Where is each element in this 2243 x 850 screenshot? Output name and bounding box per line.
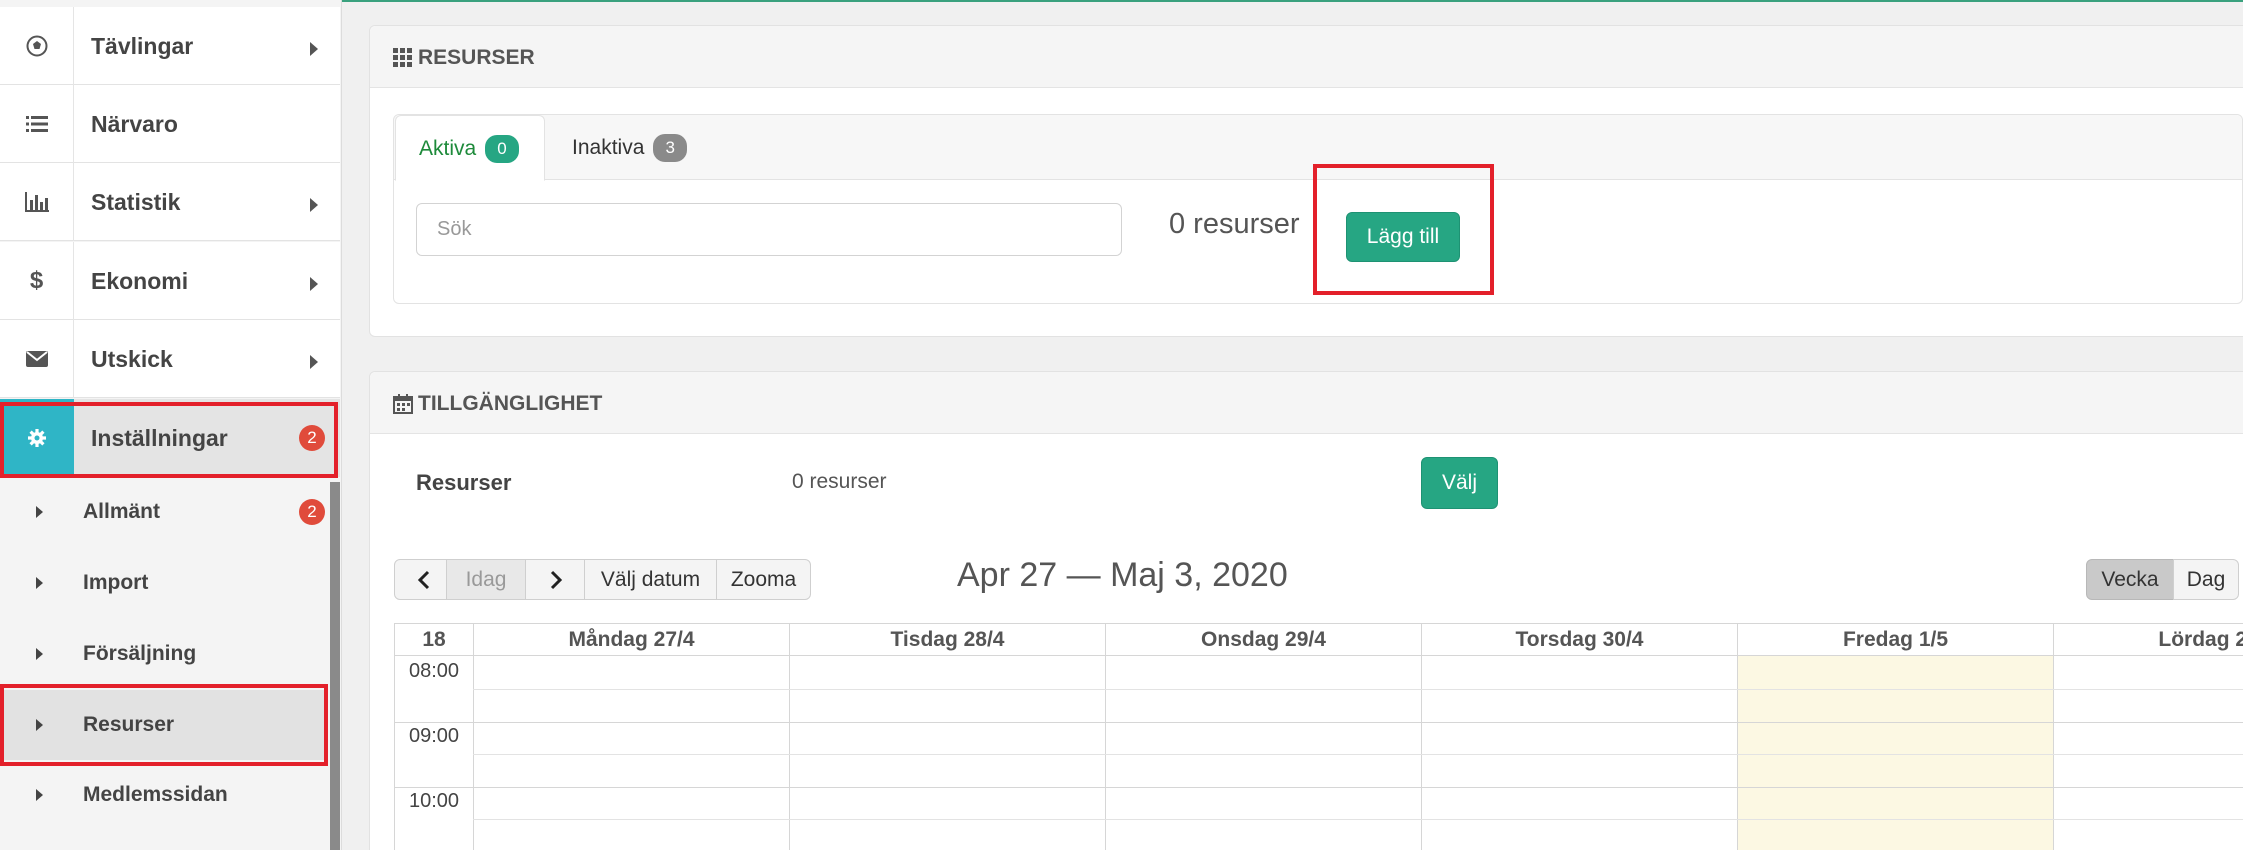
chevron-right-icon	[550, 570, 563, 590]
nav-label: Närvaro	[91, 111, 178, 137]
caret-right-icon	[36, 789, 43, 801]
highlight-box	[1313, 164, 1494, 295]
sub-item-allmant[interactable]: Allmänt 2	[0, 477, 328, 547]
nav-label: Statistik	[91, 189, 181, 215]
tab-label: Aktiva	[419, 137, 477, 160]
availability-title: TILLGÄNGLIGHET	[418, 392, 603, 415]
pick-date-button[interactable]: Välj datum	[584, 559, 717, 600]
sub-item-medlemssidan[interactable]: Medlemssidan	[0, 760, 328, 830]
nav-item-ekonomi[interactable]: $ Ekonomi	[0, 242, 340, 320]
day-header: Fredag 1/5	[1738, 624, 2054, 656]
grid-icon	[393, 48, 412, 67]
tab-inaktiva[interactable]: Inaktiva 3	[572, 115, 732, 181]
resources-value: 0 resurser	[792, 470, 887, 493]
select-resource-button[interactable]: Välj	[1421, 457, 1498, 509]
resources-title: RESURSER	[418, 46, 535, 69]
caret-right-icon	[310, 42, 318, 56]
today-button[interactable]: Idag	[446, 559, 526, 600]
grid-line	[395, 787, 2243, 788]
next-week-button[interactable]	[525, 559, 585, 600]
tab-aktiva[interactable]: Aktiva 0	[395, 115, 545, 181]
caret-right-icon	[310, 277, 318, 291]
dollar-icon: $	[0, 242, 74, 320]
chevron-left-icon	[417, 570, 430, 590]
grid-line	[473, 689, 2243, 690]
sub-item-label: Medlemssidan	[83, 783, 228, 806]
grid-line	[1105, 656, 1106, 850]
count-badge: 3	[653, 134, 688, 162]
highlight-box	[0, 684, 328, 766]
availability-panel-header: TILLGÄNGLIGHET	[370, 372, 2243, 434]
grid-line	[473, 819, 2243, 820]
today-column-highlight	[1737, 656, 2053, 850]
bar-chart-icon	[0, 163, 74, 241]
caret-right-icon	[36, 577, 43, 589]
resources-panel-header: RESURSER	[370, 26, 2243, 88]
day-header: Måndag 27/4	[474, 624, 790, 656]
grid-line	[395, 722, 2243, 723]
search-input[interactable]	[416, 203, 1122, 256]
day-header: Lördag 2/5	[2054, 624, 2243, 656]
nav-label: Tävlingar	[91, 33, 194, 59]
week-number: 18	[395, 624, 474, 656]
sub-item-forsaljning[interactable]: Försäljning	[0, 619, 328, 689]
grid-line	[2053, 656, 2054, 850]
caret-right-icon	[36, 648, 43, 660]
sidebar-scrollbar[interactable]	[330, 482, 340, 850]
date-range-title: Apr 27 — Maj 3, 2020	[957, 556, 1288, 594]
grid-line	[473, 656, 474, 850]
grid-line	[789, 656, 790, 850]
week-calendar-grid: 18 Måndag 27/4 Tisdag 28/4 Onsdag 29/4 T…	[394, 623, 2243, 850]
sub-item-import[interactable]: Import	[0, 548, 328, 618]
time-label: 10:00	[408, 790, 460, 812]
caret-right-icon	[36, 506, 43, 518]
tab-label: Inaktiva	[572, 136, 645, 159]
caret-right-icon	[310, 198, 318, 212]
grid-line	[473, 754, 2243, 755]
day-view-button[interactable]: Dag	[2173, 559, 2239, 600]
nav-item-statistik[interactable]: Statistik	[0, 163, 340, 241]
time-label: 09:00	[408, 725, 460, 747]
nav-item-narvaro[interactable]: Närvaro	[0, 85, 340, 163]
notification-badge: 2	[299, 499, 325, 525]
sidebar: Tävlingar Närvaro Statistik $ Ekonomi Ut…	[0, 0, 342, 850]
sub-item-label: Import	[83, 571, 149, 594]
list-icon	[0, 85, 74, 163]
count-badge: 0	[485, 135, 520, 163]
nav-item-tavlingar[interactable]: Tävlingar	[0, 7, 340, 85]
sub-item-label: Allmänt	[83, 500, 161, 523]
resources-count: 0 resurser	[1169, 208, 1300, 240]
caret-right-icon	[310, 355, 318, 369]
sub-item-label: Försäljning	[83, 642, 197, 665]
soccer-ball-icon	[0, 7, 74, 85]
nav-label: Ekonomi	[91, 268, 189, 294]
day-header: Tisdag 28/4	[790, 624, 1106, 656]
grid-line	[1421, 656, 1422, 850]
highlight-box	[0, 402, 338, 478]
day-header: Onsdag 29/4	[1106, 624, 1422, 656]
envelope-icon	[0, 320, 74, 398]
nav-item-utskick[interactable]: Utskick	[0, 320, 340, 398]
grid-line	[1737, 656, 1738, 850]
nav-label: Utskick	[91, 346, 173, 372]
resources-label: Resurser	[416, 470, 512, 495]
week-view-button[interactable]: Vecka	[2086, 559, 2174, 600]
zoom-button[interactable]: Zooma	[716, 559, 811, 600]
day-header: Torsdag 30/4	[1422, 624, 1738, 656]
time-label: 08:00	[408, 660, 460, 682]
calendar-icon	[393, 394, 413, 414]
